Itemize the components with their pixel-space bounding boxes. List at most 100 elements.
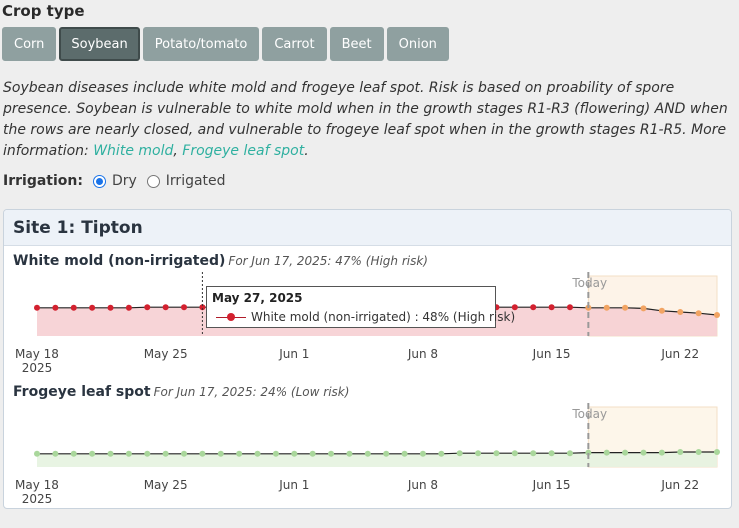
tab-potato-tomato[interactable]: Potato/tomato — [142, 27, 260, 61]
tab-onion[interactable]: Onion — [386, 27, 449, 61]
crop-tabs: Corn Soybean Potato/tomato Carrot Beet O… — [2, 27, 449, 61]
data-point — [364, 450, 371, 457]
data-point — [493, 450, 500, 457]
data-point — [677, 309, 684, 315]
data-point — [695, 310, 702, 317]
data-point — [34, 304, 40, 311]
data-point — [34, 450, 40, 457]
data-point — [52, 450, 59, 457]
data-point — [566, 450, 573, 457]
data-point — [714, 312, 720, 318]
link-separator: , — [173, 143, 183, 159]
data-point — [640, 449, 647, 456]
x-tick-label: Jun 22 — [660, 478, 699, 492]
data-point — [107, 304, 114, 311]
data-point — [677, 449, 684, 455]
dry-radio[interactable] — [92, 174, 106, 188]
data-point — [383, 450, 390, 457]
white-mold-link[interactable]: White mold — [93, 143, 173, 159]
data-point — [181, 450, 188, 457]
data-point — [217, 450, 224, 457]
site-card: Site 1: Tipton White mold (non-irrigated… — [3, 209, 732, 509]
tab-carrot[interactable]: Carrot — [262, 27, 327, 61]
data-point — [548, 304, 555, 311]
description-end: . — [304, 143, 309, 159]
data-point — [52, 304, 59, 311]
data-point — [328, 450, 335, 457]
x-tick-label: May 25 — [144, 478, 188, 492]
data-point — [236, 450, 243, 457]
data-point — [456, 450, 463, 457]
data-point — [272, 450, 279, 457]
data-point — [346, 450, 353, 457]
white-mold-chart-title: White mold (non-irrigated) For Jun 17, 20… — [13, 253, 428, 269]
data-point — [309, 450, 316, 457]
data-point — [199, 450, 206, 457]
frogeye-subtitle: For Jun 17, 2025: 24% (Low risk) — [153, 385, 350, 399]
option-dry[interactable]: Dry — [92, 173, 137, 189]
data-point — [254, 450, 261, 457]
data-point — [714, 449, 720, 455]
data-point — [125, 450, 132, 457]
option-irrigated[interactable]: Irrigated — [146, 173, 226, 189]
white-mold-subtitle: For Jun 17, 2025: 47% (High risk) — [228, 254, 428, 268]
data-point — [419, 450, 426, 457]
data-point — [566, 304, 573, 311]
data-point — [640, 305, 647, 312]
irrigation-label: Irrigation: — [3, 173, 83, 189]
data-point — [401, 450, 408, 457]
data-point — [125, 304, 132, 311]
data-point — [548, 450, 555, 457]
x-year-label: 2025 — [22, 492, 53, 506]
dry-label: Dry — [111, 173, 137, 189]
x-tick-label: Jun 1 — [278, 347, 309, 361]
tooltip-text: White mold (non-irrigated) : 48% (High r… — [251, 310, 516, 324]
x-tick-label: May 18 — [15, 347, 59, 361]
data-point — [475, 450, 482, 457]
app: Crop type Corn Soybean Potato/tomato Car… — [0, 0, 739, 528]
white-mold-title: White mold (non-irrigated) — [13, 253, 226, 269]
frogeye-chart-title: Frogeye leaf spot For Jun 17, 2025: 24% (… — [13, 384, 349, 400]
crop-type-title: Crop type — [2, 2, 85, 20]
data-point — [162, 304, 169, 311]
data-point — [530, 304, 537, 311]
tab-soybean[interactable]: Soybean — [59, 27, 140, 61]
x-tick-label: Jun 8 — [407, 347, 438, 361]
frogeye-title: Frogeye leaf spot — [13, 384, 151, 400]
x-tick-label: May 18 — [15, 478, 59, 492]
data-point — [603, 304, 610, 311]
data-point — [107, 450, 114, 457]
tab-beet[interactable]: Beet — [329, 27, 384, 61]
data-point — [438, 450, 445, 457]
site-title: Site 1: Tipton — [4, 210, 731, 246]
data-point — [658, 307, 665, 314]
x-tick-label: Jun 22 — [660, 347, 699, 361]
data-point — [511, 450, 518, 457]
tooltip-date: May 27, 2025 — [212, 291, 303, 305]
tooltip-legend-dot — [227, 313, 235, 321]
data-point — [144, 450, 151, 457]
today-label: Today — [571, 276, 607, 290]
frogeye-link[interactable]: Frogeye leaf spot — [182, 143, 304, 159]
data-point — [622, 304, 629, 311]
data-point — [603, 449, 610, 456]
x-year-label: 2025 — [22, 361, 53, 375]
data-point — [70, 304, 77, 311]
chart-tooltip: May 27, 2025 White mold (non-irrigated) … — [206, 286, 515, 328]
data-point — [622, 449, 629, 456]
data-point — [658, 449, 665, 456]
x-tick-label: Jun 15 — [532, 478, 571, 492]
tab-corn[interactable]: Corn — [2, 27, 57, 61]
x-tick-label: Jun 1 — [278, 478, 309, 492]
data-point — [291, 450, 298, 457]
data-point — [89, 304, 96, 311]
data-point — [162, 450, 169, 457]
data-point — [89, 450, 96, 457]
irrigated-label: Irrigated — [165, 173, 226, 189]
frogeye-chart[interactable]: Today May 18 May 25 Jun 1 Jun 8 Jun 15 Jun 22 2… — [4, 403, 732, 509]
data-point — [144, 304, 151, 311]
irrigated-radio[interactable] — [146, 174, 160, 188]
today-label: Today — [571, 407, 607, 421]
data-point — [70, 450, 77, 457]
crop-description: Soybean diseases include white mold and … — [3, 78, 733, 162]
